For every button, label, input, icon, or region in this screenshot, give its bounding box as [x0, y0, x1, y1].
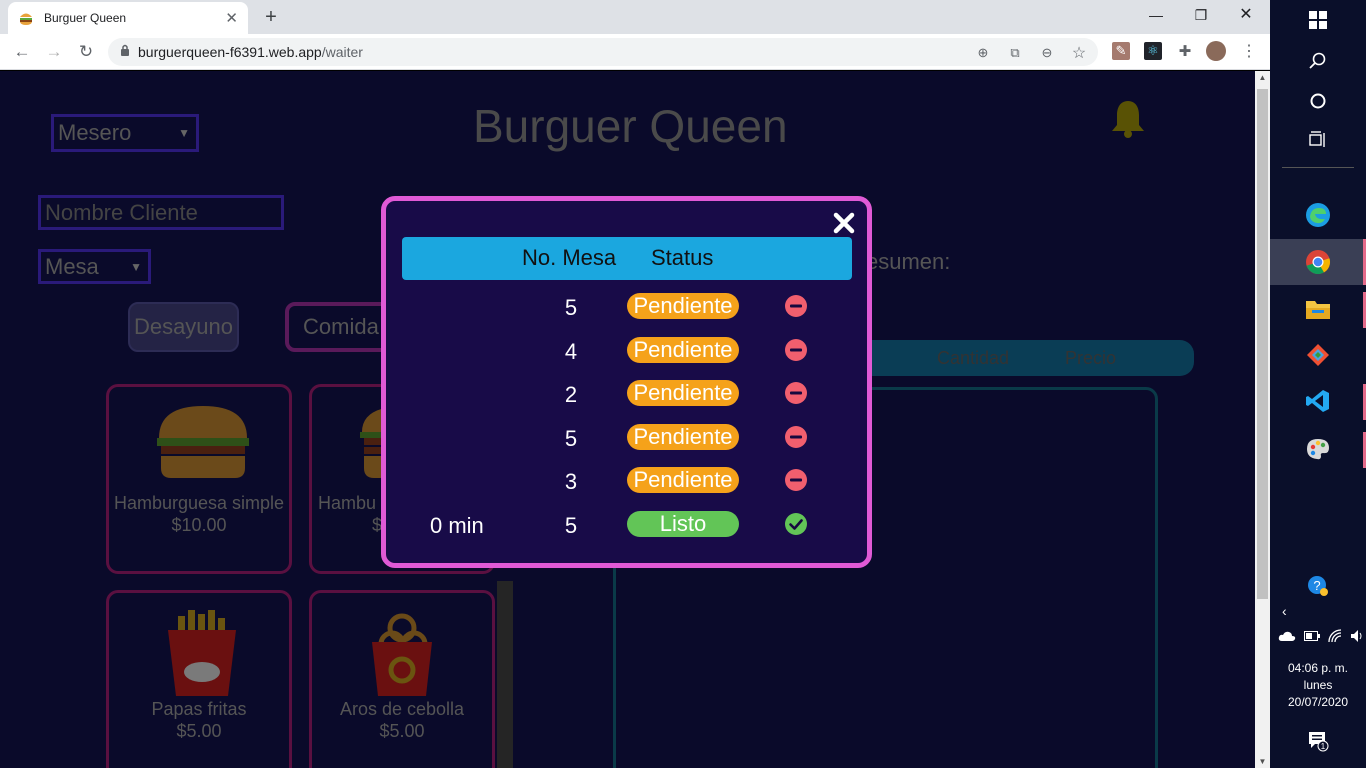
col-table-number: No. Mesa — [522, 245, 617, 270]
wifi-icon[interactable] — [1328, 629, 1342, 646]
order-row: 5 Pendiente — [386, 293, 867, 323]
close-window-icon[interactable]: ✕ — [1226, 4, 1266, 26]
order-table-number: 5 — [564, 512, 578, 538]
browser-tab-bar: Burguer Queen ✕ + — ❐ ✕ — [0, 0, 1270, 34]
notification-count: 1 — [1321, 742, 1326, 751]
notification-center-icon[interactable]: 1 — [1270, 728, 1366, 754]
search-icon[interactable] — [1270, 50, 1366, 72]
remove-icon[interactable] — [784, 381, 808, 405]
check-icon[interactable] — [784, 512, 808, 536]
order-table-number: 4 — [564, 338, 578, 364]
order-table-number: 3 — [564, 469, 578, 494]
order-status-badge: Pendiente — [627, 467, 739, 493]
remove-icon[interactable] — [784, 425, 808, 449]
pdf-extension-icon[interactable]: ✎ — [1112, 42, 1130, 60]
reload-icon[interactable]: ↻ — [74, 40, 98, 64]
order-table-number: 5 — [564, 295, 578, 320]
cortana-icon[interactable] — [1270, 90, 1366, 112]
col-status: Status — [651, 245, 714, 270]
taskbar-divider — [1282, 167, 1354, 168]
close-tab-icon[interactable]: ✕ — [225, 9, 238, 27]
back-icon[interactable]: ← — [10, 40, 34, 64]
paint-icon[interactable] — [1270, 428, 1366, 470]
orders-table-header: No. Mesa Status — [402, 237, 852, 280]
svg-text:?: ? — [1313, 578, 1320, 593]
minimize-icon[interactable]: — — [1136, 4, 1176, 26]
order-row: 5 Pendiente — [386, 423, 867, 454]
onedrive-icon[interactable] — [1278, 630, 1296, 645]
clock-time: 04:06 p. m. — [1287, 661, 1349, 675]
order-table-number: 2 — [564, 382, 578, 407]
task-view-icon[interactable] — [1270, 129, 1366, 151]
battery-icon[interactable] — [1304, 631, 1320, 644]
scroll-down-icon[interactable]: ▼ — [1255, 757, 1270, 766]
restore-icon[interactable]: ❐ — [1181, 4, 1221, 26]
clock-date: 20/07/2020 — [1287, 695, 1349, 709]
order-elapsed-time: 0 min — [430, 512, 484, 538]
scrollbar-thumb[interactable] — [1257, 89, 1268, 599]
zoom-icon[interactable]: ⊖ — [1038, 44, 1056, 62]
clock-day: lunes — [1303, 678, 1333, 692]
order-table-number: 5 — [564, 425, 578, 451]
bookmark-star-icon[interactable]: ☆ — [1070, 44, 1088, 62]
edge-icon[interactable] — [1270, 194, 1366, 236]
scroll-up-icon[interactable]: ▲ — [1255, 73, 1270, 82]
order-status-badge: Pendiente — [627, 380, 739, 406]
forward-icon[interactable]: → — [42, 40, 66, 64]
windows-taskbar: ? ‹ 04:06 p. m. lunes 20/07/2020 1 — [1270, 0, 1366, 768]
show-hidden-icons-icon[interactable]: ‹ — [1282, 603, 1287, 619]
remove-icon[interactable] — [784, 468, 808, 492]
file-explorer-icon[interactable] — [1270, 288, 1366, 330]
vscode-icon[interactable] — [1270, 380, 1366, 422]
new-tab-button[interactable]: + — [260, 4, 282, 30]
address-bar[interactable]: burguerqueen-f6391.web.app/waiter ⊕ ⧉ ⊖ … — [108, 38, 1098, 66]
menu-icon[interactable]: ⋮ — [1240, 42, 1258, 60]
url-text: burguerqueen-f6391.web.app/waiter — [138, 44, 363, 60]
burger-favicon-icon — [18, 10, 34, 26]
react-devtools-icon[interactable]: ⚛ — [1144, 42, 1162, 60]
tab-title: Burguer Queen — [44, 11, 127, 25]
windows-start-icon[interactable] — [1270, 8, 1366, 32]
orders-modal: No. Mesa Status 5 Pendiente 4 Pendiente 2 Pen… — [381, 196, 872, 568]
order-row: 3 Pendiente — [386, 467, 867, 497]
help-icon[interactable]: ? — [1270, 574, 1366, 598]
order-row: 2 Pendiente — [386, 380, 867, 410]
page-content: Mesero ▼ Burguer Queen Nombre Cliente Me… — [0, 71, 1255, 768]
order-status-badge: Pendiente — [627, 423, 739, 450]
add-icon[interactable]: ⊕ — [974, 44, 992, 62]
git-icon[interactable] — [1270, 334, 1366, 376]
system-clock[interactable]: 04:06 p. m. lunes 20/07/2020 — [1270, 660, 1366, 711]
profile-avatar[interactable] — [1206, 41, 1226, 61]
chrome-icon[interactable] — [1270, 239, 1366, 285]
order-row: 4 Pendiente — [386, 336, 867, 367]
order-status-badge: Pendiente — [627, 293, 739, 319]
order-row: 0 min 5 Listo — [386, 510, 867, 541]
volume-icon[interactable] — [1350, 629, 1364, 646]
order-status-badge: Listo — [627, 510, 739, 537]
extensions-icon[interactable]: ✚ — [1176, 42, 1194, 60]
remove-icon[interactable] — [784, 338, 808, 362]
page-scrollbar[interactable]: ▲ ▼ — [1255, 71, 1270, 768]
translate-icon[interactable]: ⧉ — [1006, 44, 1024, 62]
order-status-badge: Pendiente — [627, 336, 739, 363]
browser-tab[interactable]: Burguer Queen ✕ — [8, 2, 248, 34]
browser-toolbar: ← → ↻ burguerqueen-f6391.web.app/waiter … — [0, 34, 1270, 70]
remove-icon[interactable] — [784, 294, 808, 318]
close-icon[interactable] — [832, 211, 856, 235]
lock-icon — [120, 43, 130, 61]
